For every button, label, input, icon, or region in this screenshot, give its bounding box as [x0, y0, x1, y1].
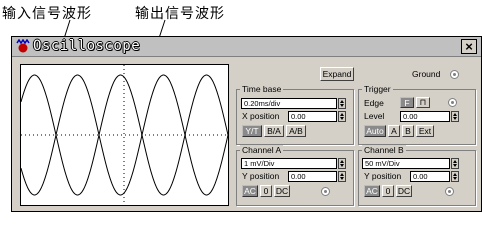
scope-display [20, 64, 229, 206]
close-button[interactable]: × [461, 39, 477, 54]
oscilloscope-window: Oscilloscope × Expand Ground Time base 0… [11, 36, 482, 212]
oscilloscope-app-icon [16, 39, 30, 53]
trigger-auto-button[interactable]: Auto [364, 125, 386, 137]
ground-terminal[interactable] [450, 70, 459, 79]
trigger-title: Trigger [362, 84, 393, 94]
channel-b-scale-field[interactable]: 50 mV/Div [362, 158, 450, 169]
channel-b-zero-button[interactable]: 0 [382, 185, 394, 197]
mode-yt-button[interactable]: Y/T [242, 125, 262, 137]
channel-b-y-position-field[interactable]: 0.00 [410, 171, 450, 182]
channel-a-y-position-spinner[interactable] [338, 171, 346, 182]
trigger-ext-button[interactable]: Ext [416, 125, 434, 137]
channel-b-y-position-label: Y position [364, 171, 402, 181]
output-signal-annotation: 输出信号波形 [135, 6, 225, 22]
channel-b-dc-button[interactable]: DC [396, 185, 412, 197]
timebase-spinner[interactable] [338, 98, 346, 109]
channel-a-y-position-field[interactable]: 0.00 [288, 171, 337, 182]
input-signal-annotation: 输入信号波形 [2, 6, 92, 22]
trigger-b-button[interactable]: B [402, 125, 414, 137]
x-position-label: X position [242, 111, 280, 121]
timebase-value-field[interactable]: 0.20ms/div [241, 98, 337, 109]
channel-b-scale-spinner[interactable] [451, 158, 459, 169]
channel-a-scale-field[interactable]: 1 mV/Div [241, 158, 337, 169]
level-label: Level [364, 111, 385, 121]
x-position-field[interactable]: 0.00 [288, 111, 337, 122]
ground-label: Ground [412, 69, 441, 79]
mode-ba-button[interactable]: B/A [264, 125, 284, 137]
channel-a-terminal[interactable] [321, 187, 330, 196]
channel-a-title: Channel A [240, 145, 284, 155]
timebase-title: Time base [240, 84, 284, 94]
level-spinner[interactable] [451, 111, 459, 122]
x-position-spinner[interactable] [338, 111, 346, 122]
trigger-terminal[interactable] [448, 98, 457, 107]
scope-waveforms [21, 65, 228, 205]
window-title: Oscilloscope [33, 38, 141, 54]
channel-a-ac-button[interactable]: AC [242, 185, 258, 197]
channel-a-zero-button[interactable]: 0 [260, 185, 272, 197]
channel-b-ac-button[interactable]: AC [364, 185, 380, 197]
level-field[interactable]: 0.00 [400, 111, 450, 122]
edge-label: Edge [364, 98, 384, 108]
channel-b-terminal[interactable] [445, 187, 454, 196]
edge-falling-button[interactable]: ⊓ [416, 97, 430, 108]
channel-b-title: Channel B [362, 145, 406, 155]
channel-a-dc-button[interactable]: DC [274, 185, 290, 197]
expand-button[interactable]: Expand [320, 67, 354, 81]
mode-ab-button[interactable]: A/B [286, 125, 306, 137]
edge-rising-button[interactable]: F [400, 97, 414, 108]
trigger-a-button[interactable]: A [388, 125, 400, 137]
channel-b-y-position-spinner[interactable] [451, 171, 459, 182]
channel-a-y-position-label: Y position [242, 171, 280, 181]
channel-a-scale-spinner[interactable] [338, 158, 346, 169]
title-bar[interactable]: Oscilloscope × [12, 37, 481, 57]
